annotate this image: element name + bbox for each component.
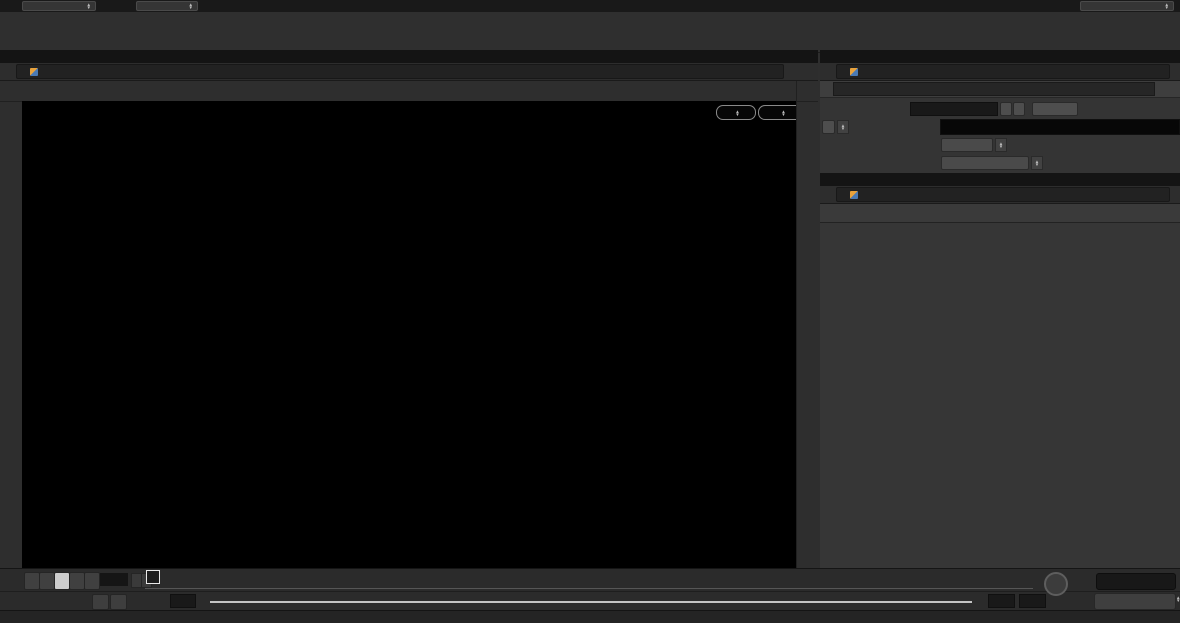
scene-selector[interactable] <box>136 1 198 11</box>
geo-icon <box>30 68 38 76</box>
reorder-stepper[interactable] <box>837 120 849 134</box>
param-path-bar <box>820 63 1180 81</box>
shelf-left-tabs <box>0 12 553 24</box>
remove-range-button[interactable] <box>1013 102 1025 116</box>
network-graph[interactable] <box>820 223 1180 568</box>
viewport-canvas[interactable] <box>22 101 796 568</box>
range-step-back-button[interactable] <box>92 594 109 610</box>
fast-forward-button[interactable] <box>84 572 100 590</box>
stepper-icon <box>1035 160 1039 166</box>
scene-path-bar <box>0 63 818 81</box>
range-end-field-2[interactable] <box>1019 594 1046 608</box>
shelf-right-tabs <box>555 12 1180 24</box>
add-range-button[interactable] <box>1000 102 1012 116</box>
rewind-button[interactable] <box>24 572 40 590</box>
key-all-channels-button[interactable] <box>1094 593 1176 610</box>
pane-tabs-left <box>0 50 818 63</box>
playhead[interactable] <box>146 570 160 584</box>
persp-button[interactable] <box>716 105 756 120</box>
ruler-baseline <box>145 588 1033 589</box>
menu-bar <box>0 0 1180 12</box>
geo-icon <box>850 191 858 199</box>
set-key-button[interactable] <box>1044 572 1068 596</box>
play-reverse-button[interactable] <box>39 572 55 590</box>
stepper-icon <box>189 3 193 9</box>
network-path-bar <box>820 186 1180 204</box>
network-editor-pane <box>820 173 1180 568</box>
ranges-input[interactable] <box>910 102 998 116</box>
houdini-window <box>0 0 1180 623</box>
keys-info-readout <box>1096 573 1176 590</box>
range-step-forward-button[interactable] <box>110 594 127 610</box>
clear-button[interactable] <box>1032 102 1078 116</box>
delete-group-button[interactable] <box>822 120 835 134</box>
merge-op-stepper[interactable] <box>1031 156 1043 170</box>
breadcrumb[interactable] <box>836 64 1170 79</box>
range-slider-track[interactable] <box>210 601 972 603</box>
right-scene-selector[interactable] <box>1080 1 1174 11</box>
group-name-input[interactable] <box>940 119 1180 135</box>
viewport-toolbar <box>0 81 818 102</box>
viewport-right-toolbar <box>796 81 819 568</box>
breadcrumb[interactable] <box>16 64 784 79</box>
shelf-right-tools <box>555 25 1180 52</box>
geo-icon <box>850 68 858 76</box>
dropdown-icon <box>735 110 739 116</box>
range-start-field[interactable] <box>170 594 196 608</box>
viewport-left-toolbar <box>0 101 23 568</box>
network-menu-bar <box>820 204 1180 223</box>
stepper-icon <box>1176 596 1180 602</box>
group-type-dropdown[interactable] <box>941 138 993 152</box>
shelf-area <box>0 12 1180 53</box>
playbar <box>0 568 1180 592</box>
shelf-left-tools <box>0 25 553 52</box>
wire-sphere-render <box>22 101 796 568</box>
no-cam-button[interactable] <box>758 105 796 120</box>
range-end-field[interactable] <box>988 594 1015 608</box>
node-name-field[interactable] <box>833 82 1155 96</box>
play-button[interactable] <box>69 572 85 590</box>
dropdown-icon <box>781 110 785 116</box>
stepper-icon <box>999 142 1003 148</box>
scene-viewport-pane <box>0 81 818 568</box>
status-bar <box>0 610 1180 623</box>
frame-ruler[interactable] <box>145 569 1033 592</box>
stepper-icon <box>841 124 845 130</box>
playback-range-bar <box>0 591 1180 611</box>
node-wires <box>820 223 1180 568</box>
breadcrumb[interactable] <box>836 187 1170 202</box>
pane-tabs-right <box>820 50 1180 63</box>
parameter-header <box>820 81 1180 98</box>
desktop-selector[interactable] <box>22 1 96 11</box>
parameter-pane <box>820 81 1180 174</box>
group-type-stepper[interactable] <box>995 138 1007 152</box>
merge-op-dropdown[interactable] <box>941 156 1029 170</box>
current-frame-field[interactable] <box>100 573 128 586</box>
pane-tabs-network <box>820 173 1180 186</box>
stop-button[interactable] <box>54 572 70 590</box>
stepper-icon <box>87 3 91 9</box>
stepper-icon <box>1165 3 1169 9</box>
